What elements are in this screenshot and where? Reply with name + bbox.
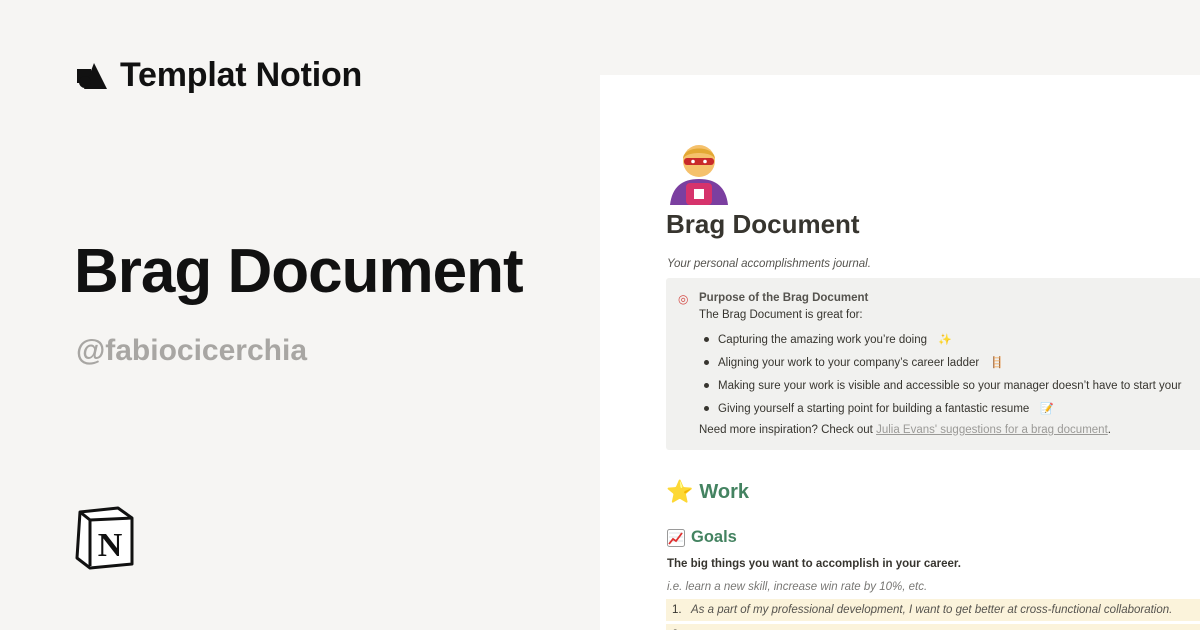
bullet-icon — [704, 406, 709, 411]
bullet-icon — [704, 383, 709, 388]
hero-title: Brag Document — [74, 237, 524, 306]
brand-header: Templat Notion — [76, 56, 362, 95]
star-icon: ⭐ — [666, 479, 694, 504]
list-item: Giving yourself a starting point for bui… — [704, 397, 1181, 420]
brand-name: Templat Notion — [120, 56, 363, 94]
list-item: Aligning your work to your company’s car… — [704, 351, 1181, 374]
page-subtitle: Your personal accomplishments journal. — [667, 258, 871, 270]
goals-list: 1. As a part of my professional developme… — [666, 599, 1200, 630]
goal-item[interactable]: 1. As a part of my professional developme… — [666, 599, 1200, 621]
callout-bullet-list: Capturing the amazing work you’re doing ✨… — [704, 328, 1181, 420]
svg-text:N: N — [98, 527, 123, 564]
chart-increasing-icon — [667, 528, 685, 547]
purpose-callout: ◎ Purpose of the Brag Document The Brag … — [666, 278, 1200, 450]
callout-intro: The Brag Document is great for: — [699, 309, 863, 321]
bullet-icon — [704, 337, 709, 342]
memo-icon: 📝 — [1040, 403, 1055, 415]
goals-description: The big things you want to accomplish in… — [667, 558, 961, 570]
list-item: Capturing the amazing work you’re doing ✨ — [704, 328, 1181, 351]
callout-footer: Need more inspiration? Check out Julia E… — [699, 424, 1111, 436]
author-handle: @fabiocicerchia — [76, 334, 308, 367]
goals-heading: Goals — [667, 528, 737, 547]
sparkles-icon: ✨ — [938, 334, 952, 346]
notion-logo-icon: N — [75, 506, 134, 570]
julia-evans-link[interactable]: Julia Evans' suggestions for a brag docu… — [876, 424, 1108, 436]
list-item: Making sure your work is visible and acc… — [704, 374, 1181, 397]
work-heading: ⭐ Work — [666, 479, 750, 504]
superhero-emoji-icon — [670, 145, 728, 205]
notion-page-preview: Brag Document Your personal accomplishme… — [600, 75, 1200, 630]
bullet-icon — [704, 360, 709, 365]
ladder-icon: 🪜 — [990, 357, 1004, 369]
callout-heading: Purpose of the Brag Document — [699, 292, 869, 304]
goal-item[interactable]: 2. — [666, 624, 1200, 630]
dart-target-icon: ◎ — [678, 292, 689, 306]
templat-shapes-icon — [77, 62, 107, 89]
page-title: Brag Document — [666, 209, 860, 239]
goals-hint: i.e. learn a new skill, increase win rat… — [667, 581, 928, 593]
